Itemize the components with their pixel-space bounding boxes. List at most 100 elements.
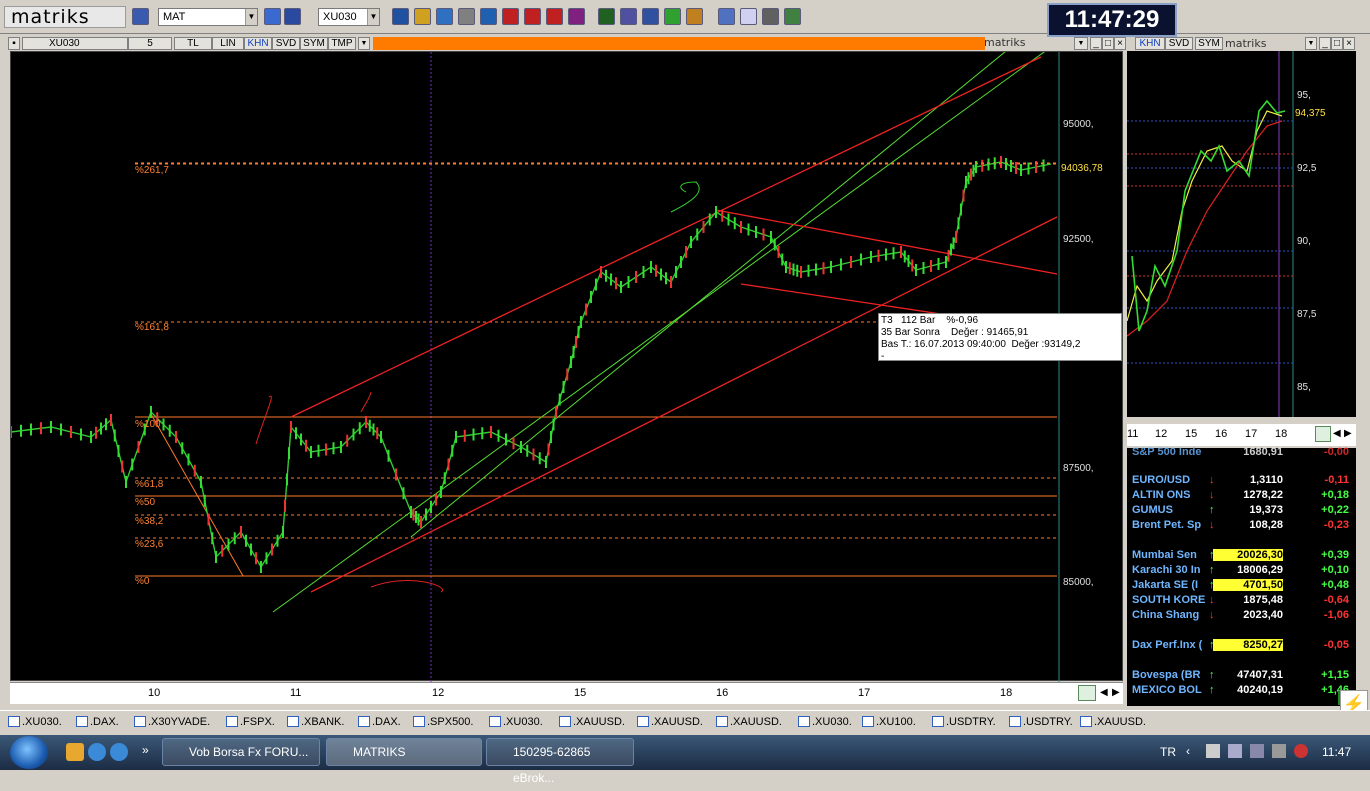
taskbar-window[interactable]: Vob Borsa Fx FORU... [162, 738, 320, 766]
list-item[interactable]: SOUTH KORE ↓ 1875,48 -0,64 [1131, 594, 1351, 608]
symbol-tab[interactable]: .XU030. [798, 716, 852, 728]
list-item[interactable]: S&P 500 Inde 1680,91 -0,00 [1131, 446, 1351, 456]
symbol-tab[interactable]: .XU100. [862, 716, 916, 728]
text-icon[interactable] [524, 8, 541, 25]
chart-tl-button[interactable]: TL [174, 37, 212, 50]
market-combo[interactable]: MAT ▼ [158, 8, 258, 26]
symbol-tab[interactable]: .FSPX. [226, 716, 275, 728]
network-icon[interactable] [1250, 744, 1264, 758]
symbol-tab[interactable]: .USDTRY. [1009, 716, 1073, 728]
bold-icon[interactable] [502, 8, 519, 25]
symbol-tab[interactable]: .XAUUSD. [637, 716, 703, 728]
maximize-icon[interactable]: □ [1331, 37, 1343, 50]
ie-icon[interactable] [88, 743, 106, 761]
ruler-icon[interactable] [598, 8, 615, 25]
refresh-icon[interactable] [1315, 426, 1331, 442]
symbol-tab[interactable]: .XU030. [8, 716, 62, 728]
list-item[interactable]: ALTIN ONS ↓ 1278,22 +0,18 [1131, 489, 1351, 503]
symbol-tab[interactable]: .X30YVADE. [134, 716, 210, 728]
refresh-icon[interactable] [1078, 685, 1096, 701]
grid-icon[interactable] [620, 8, 637, 25]
minimize-icon[interactable]: _ [1090, 37, 1102, 50]
settings-icon[interactable] [480, 8, 497, 25]
scroll-right-icon[interactable]: ▶ [1344, 428, 1352, 439]
symbol-tab[interactable]: .XBANK. [287, 716, 344, 728]
symbol-combo[interactable]: XU030 ▼ [318, 8, 380, 26]
scroll-left-icon[interactable]: ◀ [1100, 687, 1108, 698]
display-icon[interactable] [1228, 744, 1242, 758]
candle [358, 422, 361, 435]
mini-svd-button[interactable]: SVD [1165, 37, 1193, 50]
chevron-down-icon[interactable]: ▼ [358, 37, 370, 50]
save-icon[interactable] [132, 8, 149, 25]
money-icon[interactable] [664, 8, 681, 25]
scroll-left-icon[interactable]: ◀ [1333, 428, 1341, 439]
chart-symbol-label[interactable]: XU030 [22, 37, 128, 50]
symbol-tab[interactable]: .XAUUSD. [559, 716, 625, 728]
list-item[interactable]: Bovespa (BR ↑ 47407,31 +1,15 [1131, 669, 1351, 683]
ie-icon[interactable] [110, 743, 128, 761]
window-icon[interactable] [642, 8, 659, 25]
calculator-icon[interactable] [784, 8, 801, 25]
volume-icon[interactable] [1272, 744, 1286, 758]
list-item[interactable]: Brent Pet. Sp ↓ 108,28 -0,23 [1131, 519, 1351, 533]
underline-icon[interactable] [546, 8, 563, 25]
mail-icon[interactable] [740, 8, 757, 25]
pie-icon[interactable] [458, 8, 475, 25]
flag-icon[interactable] [1206, 744, 1220, 758]
close-icon[interactable]: × [1114, 37, 1126, 50]
chevron-left-icon[interactable]: ‹ [1186, 744, 1190, 758]
mini-price-chart[interactable]: 95, 92,5 90, 87,5 85, 94,375 [1126, 51, 1356, 417]
window-icon[interactable] [264, 8, 281, 25]
chart-khn-button[interactable]: KHN [244, 37, 272, 50]
chart-menu-icon[interactable]: ▪ [8, 37, 20, 50]
symbol-tab[interactable]: .XAUUSD. [716, 716, 782, 728]
chevron-down-icon[interactable]: ▼ [1305, 37, 1317, 50]
list-item[interactable]: Karachi 30 In ↑ 18006,29 +0,10 [1131, 564, 1351, 578]
chart-tmp-button[interactable]: TMP [328, 37, 356, 50]
scroll-right-icon[interactable]: ▶ [1112, 687, 1120, 698]
minimize-icon[interactable]: _ [1319, 37, 1331, 50]
list-item[interactable]: Mumbai Sen ↑ 20026,30 +0,39 [1131, 549, 1351, 563]
list-item[interactable]: EURO/USD ↓ 1,3110 -0,11 [1131, 474, 1351, 488]
screen-icon[interactable] [718, 8, 735, 25]
person-icon[interactable] [686, 8, 703, 25]
chart-lin-button[interactable]: LIN [212, 37, 244, 50]
language-indicator[interactable]: TR [1160, 745, 1176, 759]
chevron-right-icon[interactable]: » [142, 743, 149, 757]
symbol-tab[interactable]: .DAX. [76, 716, 119, 728]
chart-sym-button[interactable]: SYM [300, 37, 328, 50]
start-button[interactable] [10, 736, 48, 769]
cursor-icon[interactable] [414, 8, 431, 25]
magnet-icon[interactable] [568, 8, 585, 25]
antivirus-icon[interactable] [1294, 744, 1308, 758]
taskbar-window[interactable]: 150295-62865 eBrok... [486, 738, 634, 785]
symbol-tab[interactable]: .USDTRY. [932, 716, 996, 728]
symbol-tab[interactable]: .DAX. [358, 716, 401, 728]
print-icon[interactable] [762, 8, 779, 25]
chevron-down-icon[interactable]: ▼ [245, 9, 257, 25]
maximize-icon[interactable]: □ [1102, 37, 1114, 50]
list-item[interactable]: China Shang ↓ 2023,40 -1,06 [1131, 609, 1351, 623]
info-icon[interactable] [284, 8, 301, 25]
list-item[interactable]: MEXICO BOL ↑ 40240,19 +1,46 [1131, 684, 1351, 698]
save-icon[interactable] [392, 8, 409, 25]
mini-khn-button[interactable]: KHN [1135, 37, 1165, 50]
symbol-tab[interactable]: .SPX500. [413, 716, 473, 728]
mini-sym-button[interactable]: SYM [1195, 37, 1223, 50]
list-item[interactable]: Dax Perf.Inx (↑ 8250,27 -0,05 [1131, 639, 1351, 653]
taskbar-clock[interactable]: 11:47 [1322, 745, 1351, 759]
folder-icon[interactable] [66, 743, 84, 761]
chart-period-button[interactable]: 5 [128, 37, 172, 50]
taskbar-window[interactable]: MATRIKS [326, 738, 482, 766]
close-icon[interactable]: × [1343, 37, 1355, 50]
chevron-down-icon[interactable]: ▼ [1074, 37, 1088, 50]
chart-icon[interactable] [436, 8, 453, 25]
symbol-tab[interactable]: .XU030. [489, 716, 543, 728]
chart-svd-button[interactable]: SVD [272, 37, 300, 50]
chevron-down-icon[interactable]: ▼ [367, 9, 379, 25]
list-item[interactable]: Jakarta SE (I ↑ 4701,50 +0,48 [1131, 579, 1351, 593]
list-item[interactable]: GUMUS ↑ 19,373 +0,22 [1131, 504, 1351, 518]
symbol-tab[interactable]: .XAUUSD. [1080, 716, 1146, 728]
main-price-chart[interactable]: 95000, 92500, 87500, 85000, 94036,78 %26… [10, 51, 1123, 682]
